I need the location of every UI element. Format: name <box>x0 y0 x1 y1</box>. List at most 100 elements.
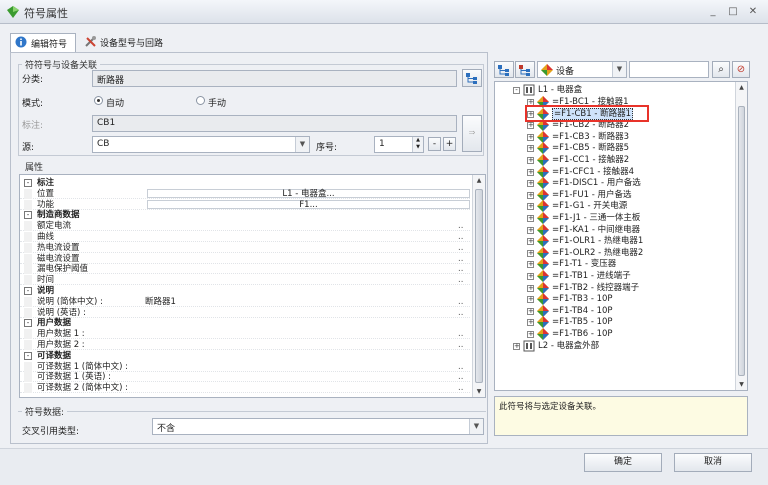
scroll-down-icon[interactable]: ▼ <box>736 379 747 390</box>
property-row[interactable]: 磁电流设置.. <box>20 253 470 264</box>
property-name: 可译数据 1 (英语) : <box>37 372 112 383</box>
tab-edit-symbol[interactable]: 编辑符号 <box>10 33 76 52</box>
sequence-minus-button[interactable]: - <box>428 137 441 151</box>
sequence-plus-button[interactable]: + <box>443 137 456 151</box>
property-grid[interactable]: - 标注 位置 L1 - 电器盒... 功能 F1... - 制造商数据 额定电流.. 曲线.. 热… <box>19 174 486 398</box>
property-row[interactable]: 时间.. <box>20 275 470 286</box>
minimize-button[interactable]: _ <box>706 5 720 19</box>
property-row[interactable]: 说明 (简体中文) : 断路器1.. <box>20 296 470 307</box>
expand-icon[interactable]: + <box>527 122 534 130</box>
property-row[interactable]: 功能 F1... <box>20 199 470 210</box>
collapse-icon[interactable]: - <box>24 287 32 295</box>
expand-icon[interactable]: + <box>527 157 534 164</box>
mode-auto-radio[interactable] <box>94 96 103 105</box>
expand-icon[interactable]: + <box>527 284 534 292</box>
clear-filter-button[interactable]: ⊘ <box>732 61 750 78</box>
ellipsis-button[interactable]: .. <box>458 264 463 274</box>
ellipsis-button[interactable]: .. <box>458 372 463 382</box>
property-row[interactable]: 说明 (英语) :.. <box>20 307 470 318</box>
expand-icon[interactable]: + <box>527 145 534 153</box>
property-category[interactable]: - 可译数据 <box>20 351 470 361</box>
device-tree-button[interactable] <box>462 69 482 87</box>
expand-icon[interactable]: + <box>527 273 534 280</box>
ellipsis-button[interactable]: .. <box>458 308 463 318</box>
property-category[interactable]: - 用户数据 <box>20 318 470 328</box>
expand-icon[interactable]: + <box>527 203 534 211</box>
property-category[interactable]: - 标注 <box>20 178 470 188</box>
tree-item-label: =F1-DISC1 - 用户备选 <box>552 178 641 189</box>
ellipsis-button[interactable]: .. <box>458 232 463 242</box>
expand-icon[interactable]: + <box>527 331 534 338</box>
property-row[interactable]: 曲线.. <box>20 232 470 242</box>
sequence-stepper[interactable]: 1 ▲ ▼ <box>374 136 424 153</box>
expand-icon[interactable]: + <box>527 168 534 176</box>
device-icon <box>537 281 549 294</box>
property-row[interactable]: 额定电流.. <box>20 221 470 232</box>
ellipsis-button[interactable]: .. <box>458 297 463 307</box>
collapse-icon[interactable]: - <box>24 319 32 328</box>
tree-view-button-2[interactable] <box>515 61 535 78</box>
ellipsis-button[interactable]: .. <box>458 275 463 285</box>
tree-item-label: =F1-T1 - 变压器 <box>552 259 617 270</box>
spin-icon[interactable]: ▲ ▼ <box>412 137 423 152</box>
collapse-icon[interactable]: - <box>513 87 520 94</box>
expand-icon[interactable]: + <box>527 180 534 188</box>
tree-view-button-1[interactable] <box>494 61 514 78</box>
expand-icon[interactable]: + <box>527 307 534 315</box>
expand-icon[interactable]: + <box>527 296 534 304</box>
expand-icon[interactable]: + <box>527 261 534 269</box>
property-row[interactable]: 位置 L1 - 电器盒... <box>20 188 470 199</box>
property-row[interactable]: 可译数据 1 (英语) :.. <box>20 372 470 383</box>
property-category[interactable]: - 说明 <box>20 286 470 296</box>
source-select[interactable]: CB ▼ <box>92 136 310 153</box>
property-row[interactable]: 可译数据 1 (简体中文) :.. <box>20 361 470 372</box>
device-tree[interactable]: - L1 - 电器盒 + =F1-BC1 - 接触器1 + =F1-CB1 - 断路器1 +… <box>494 81 748 391</box>
scroll-thumb[interactable] <box>738 106 745 376</box>
mode-manual-radio[interactable] <box>196 96 205 105</box>
ellipsis-button[interactable]: .. <box>458 221 463 231</box>
ellipsis-button[interactable]: .. <box>458 383 463 393</box>
ellipsis-button[interactable]: .. <box>458 329 463 339</box>
find-button[interactable]: ⌕ <box>712 61 730 78</box>
scroll-down-icon[interactable]: ▼ <box>473 386 485 397</box>
property-row[interactable]: 可译数据 2 (简体中文) :.. <box>20 383 470 394</box>
collapse-icon[interactable]: - <box>24 211 32 220</box>
expand-icon[interactable]: + <box>527 215 534 222</box>
device-type-select[interactable]: 设备 ▼ <box>537 61 627 78</box>
cancel-button[interactable]: 取消 <box>674 453 752 472</box>
apply-tag-button[interactable]: ⇒ <box>462 115 482 152</box>
property-row[interactable]: 漏电保护阈值.. <box>20 264 470 275</box>
property-value-field[interactable]: F1... <box>147 199 470 209</box>
scroll-up-icon[interactable]: ▲ <box>473 175 485 186</box>
scroll-up-icon[interactable]: ▲ <box>736 82 747 93</box>
expand-icon[interactable]: + <box>527 249 534 257</box>
expand-icon[interactable]: + <box>527 238 534 246</box>
close-button[interactable]: ✕ <box>746 5 760 19</box>
ellipsis-button[interactable]: .. <box>458 362 463 372</box>
scroll-thumb[interactable] <box>475 189 483 383</box>
property-value-field[interactable]: L1 - 电器盒... <box>147 188 470 198</box>
collapse-icon[interactable]: - <box>24 179 32 187</box>
expand-icon[interactable]: + <box>527 319 534 327</box>
property-category[interactable]: - 制造商数据 <box>20 210 470 220</box>
ellipsis-button[interactable]: .. <box>458 243 463 253</box>
property-row[interactable]: 热电流设置.. <box>20 242 470 253</box>
property-row[interactable]: 用户数据 1 :.. <box>20 329 470 340</box>
property-name: 额定电流 <box>37 221 72 232</box>
property-row[interactable]: 用户数据 2 :.. <box>20 340 470 350</box>
expand-icon[interactable]: + <box>527 133 534 141</box>
tree-search-input[interactable] <box>629 61 709 78</box>
maximize-button[interactable]: □ <box>726 5 740 19</box>
tab-device-model[interactable]: 设备型号与回路 <box>80 33 178 52</box>
expand-icon[interactable]: + <box>527 191 534 199</box>
ellipsis-button[interactable]: .. <box>458 340 463 350</box>
expand-icon[interactable]: + <box>527 226 534 234</box>
props-scrollbar[interactable]: ▲ ▼ <box>472 175 485 397</box>
ellipsis-button[interactable]: .. <box>458 254 463 264</box>
collapse-icon[interactable]: - <box>24 351 32 360</box>
crossref-select[interactable]: 不含 ▼ <box>152 418 484 435</box>
tab-label: 设备型号与回路 <box>100 39 164 49</box>
tree-scrollbar[interactable]: ▲ ▼ <box>735 82 747 390</box>
ok-button[interactable]: 确定 <box>584 453 662 472</box>
expand-icon[interactable]: + <box>513 342 520 350</box>
